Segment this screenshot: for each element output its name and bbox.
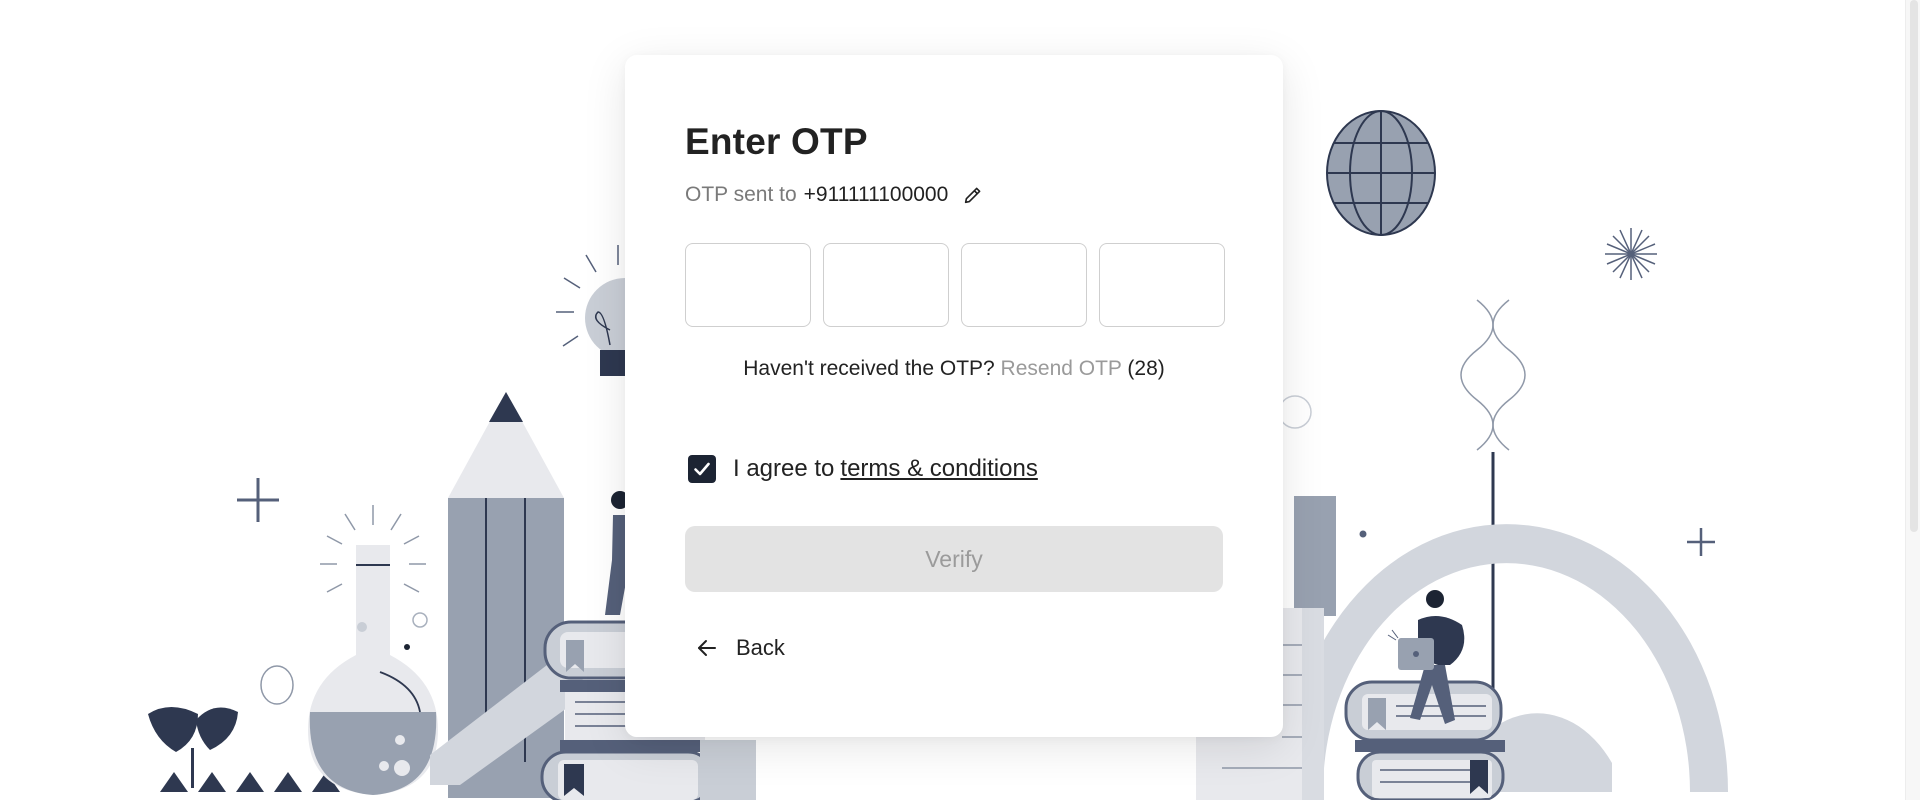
plus-icon-left: [237, 478, 279, 522]
otp-input-group: [685, 243, 1225, 327]
otp-digit-1[interactable]: [685, 243, 811, 327]
otp-card: Enter OTP OTP sent to +911111100000 Have…: [625, 55, 1283, 737]
back-button[interactable]: Back: [695, 635, 785, 661]
resend-otp-link[interactable]: Resend OTP: [1001, 357, 1122, 380]
dna-decoration: [1460, 299, 1526, 451]
globe-illustration: [1326, 110, 1436, 236]
terms-agreement: I agree to terms & conditions: [688, 455, 1038, 483]
terms-checkbox[interactable]: [688, 455, 716, 483]
checkmark-icon: [694, 462, 710, 476]
verify-button[interactable]: Verify: [685, 526, 1223, 592]
bubble-decoration: [260, 665, 294, 705]
protractor-illustration: [1285, 524, 1728, 792]
flask-illustration: [308, 505, 438, 795]
agree-text: I agree to: [733, 455, 835, 482]
otp-sent-info: OTP sent to +911111100000: [685, 183, 984, 207]
plant-decoration: [148, 707, 238, 788]
pencil-icon[interactable]: [962, 184, 984, 206]
plus-icon-right: [1687, 528, 1715, 556]
login-page: Enter OTP OTP sent to +911111100000 Have…: [0, 0, 1920, 800]
phone-number: +911111100000: [803, 183, 949, 206]
otp-digit-2[interactable]: [823, 243, 949, 327]
page-title: Enter OTP: [685, 121, 868, 162]
starburst-decoration: [1605, 228, 1657, 280]
page-scrollbar[interactable]: [1905, 0, 1920, 800]
otp-digit-3[interactable]: [961, 243, 1087, 327]
resend-prompt: Haven't received the OTP?: [743, 357, 995, 380]
otp-digit-4[interactable]: [1099, 243, 1225, 327]
resend-countdown: (28): [1127, 357, 1165, 380]
otp-sent-label: OTP sent to: [685, 183, 797, 206]
arrow-left-icon: [695, 636, 719, 660]
scrollbar-thumb[interactable]: [1910, 0, 1918, 532]
back-label: Back: [736, 635, 785, 660]
terms-link[interactable]: terms & conditions: [840, 455, 1037, 483]
triangles-decoration: [160, 772, 340, 792]
resend-row: Haven't received the OTP? Resend OTP (28…: [625, 357, 1283, 381]
